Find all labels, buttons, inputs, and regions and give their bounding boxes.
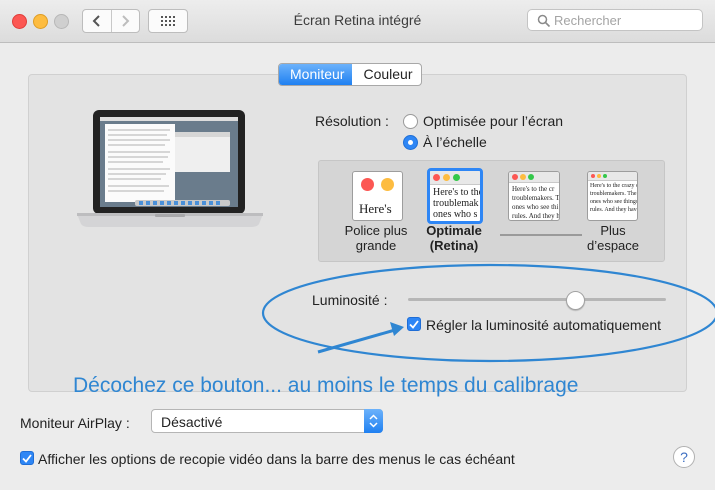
airplay-popup[interactable]: Désactivé xyxy=(151,409,383,433)
highlight-ellipse xyxy=(261,263,715,363)
airplay-value: Désactivé xyxy=(161,414,223,430)
help-button[interactable]: ? xyxy=(673,446,695,468)
tab-bar: Moniteur Couleur xyxy=(278,63,422,86)
airplay-label: Moniteur AirPlay : xyxy=(20,415,130,431)
annotation-text: Décochez ce bouton... au moins le temps … xyxy=(73,374,579,397)
mirroring-label[interactable]: Afficher les options de recopie vidéo da… xyxy=(38,451,515,467)
updown-arrows-icon xyxy=(364,409,383,433)
annotation-arrow-line xyxy=(317,328,396,354)
checkmark-icon xyxy=(22,453,32,463)
tab-moniteur[interactable]: Moniteur xyxy=(279,64,353,85)
tab-couleur[interactable]: Couleur xyxy=(352,64,420,85)
mirroring-checkbox[interactable] xyxy=(20,451,34,465)
annotation-arrow-head xyxy=(390,322,404,336)
